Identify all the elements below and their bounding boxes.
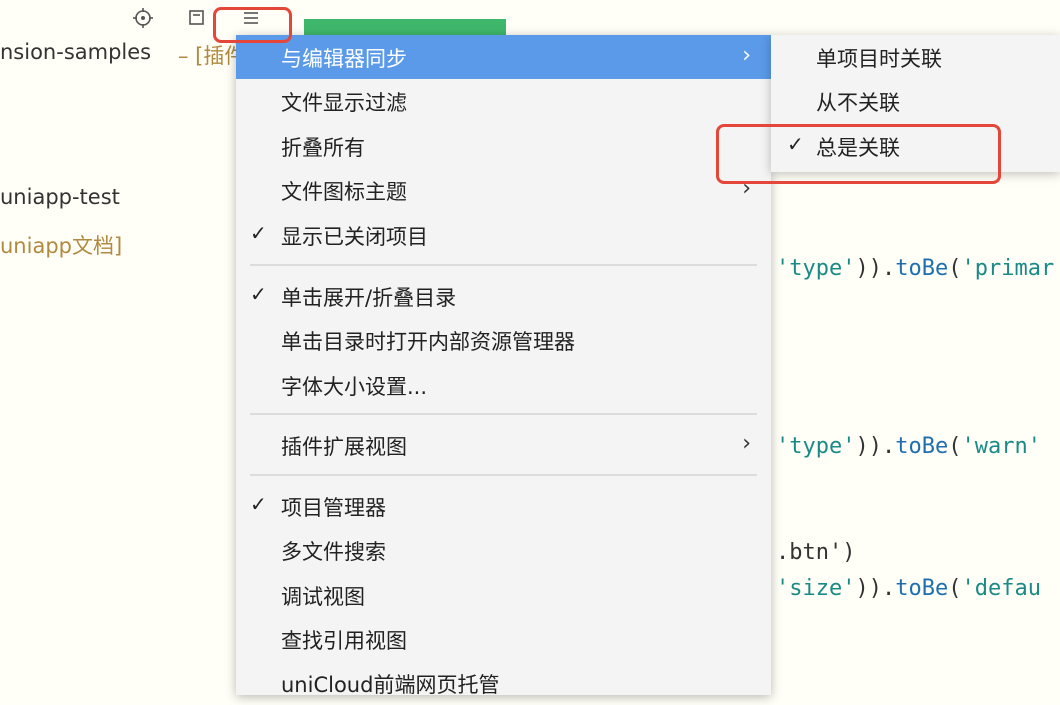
chevron-right-icon: › (742, 431, 751, 456)
code-line: 'size')).toBe('defau (776, 576, 1041, 601)
menu-item-label: 文件显示过滤 (281, 91, 407, 115)
submenu-item-never[interactable]: 从不关联 (771, 79, 1060, 123)
menu-item-file-icon-theme[interactable]: 文件图标主题 › (236, 168, 771, 212)
collapse-all-icon[interactable] (183, 4, 211, 32)
menu-item-collapse-all[interactable]: 折叠所有 (236, 124, 771, 168)
menu-item-label: 项目管理器 (281, 496, 386, 520)
menu-item-debug-view[interactable]: 调试视图 (236, 573, 771, 617)
menu-item-show-closed-projects[interactable]: ✓ 显示已关闭项目 (236, 213, 771, 257)
code-line: .btn') (776, 540, 856, 565)
menu-item-label: 多文件搜索 (281, 540, 386, 564)
project-panel: nsion-samples – [插件 uniapp-test uniapp文档… (0, 0, 245, 684)
checkmark-icon: ✓ (250, 492, 267, 516)
project-tag: uniapp文档] (0, 234, 123, 258)
chevron-right-icon: › (742, 43, 751, 68)
menu-item-label: 显示已关闭项目 (281, 225, 428, 249)
menu-item-label: 单击展开/折叠目录 (281, 286, 457, 310)
view-options-menu: 与编辑器同步 › 文件显示过滤 折叠所有 文件图标主题 › ✓ 显示已关闭项目 … (236, 35, 771, 697)
menu-item-label: 从不关联 (816, 91, 900, 115)
project-name[interactable]: uniapp-test (0, 185, 120, 209)
menu-item-label: 文件图标主题 (281, 180, 407, 204)
menu-item-file-filter[interactable]: 文件显示过滤 (236, 79, 771, 123)
menu-item-font-size[interactable]: 字体大小设置... (236, 363, 771, 407)
annotation-highlight-box (213, 7, 292, 43)
menu-item-label: 折叠所有 (281, 136, 365, 160)
menu-item-label: 调试视图 (281, 585, 365, 609)
menu-item-find-references[interactable]: 查找引用视图 (236, 617, 771, 661)
checkmark-icon: ✓ (250, 282, 267, 306)
menu-item-click-toggle-folder[interactable]: ✓ 单击展开/折叠目录 (236, 274, 771, 318)
menu-item-label: 字体大小设置... (281, 375, 428, 399)
menu-item-label: 插件扩展视图 (281, 435, 407, 459)
annotation-highlight-box (716, 124, 1001, 184)
menu-item-unicloud-hosting[interactable]: uniCloud前端网页托管 (236, 661, 771, 705)
menu-item-label: 查找引用视图 (281, 629, 407, 653)
menu-item-plugin-view[interactable]: 插件扩展视图 › (236, 423, 771, 467)
submenu-item-single-project[interactable]: 单项目时关联 (771, 35, 1060, 79)
menu-item-multi-file-search[interactable]: 多文件搜索 (236, 528, 771, 572)
menu-item-sync-with-editor[interactable]: 与编辑器同步 › (236, 35, 771, 79)
project-name[interactable]: nsion-samples (0, 40, 151, 64)
crosshair-icon[interactable] (129, 4, 157, 32)
menu-item-label: uniCloud前端网页托管 (281, 673, 500, 697)
checkmark-icon: ✓ (250, 221, 267, 245)
menu-separator (250, 474, 757, 476)
code-line: 'type')).toBe('primar (776, 256, 1055, 281)
menu-separator (250, 413, 757, 415)
menu-item-label: 单击目录时打开内部资源管理器 (281, 330, 575, 354)
menu-item-project-manager[interactable]: ✓ 项目管理器 (236, 484, 771, 528)
menu-item-label: 单项目时关联 (816, 47, 942, 71)
menu-separator (250, 264, 757, 266)
menu-item-label: 与编辑器同步 (281, 47, 407, 71)
menu-item-open-internal-explorer[interactable]: 单击目录时打开内部资源管理器 (236, 318, 771, 362)
code-line: 'type')).toBe('warn' (776, 434, 1041, 459)
